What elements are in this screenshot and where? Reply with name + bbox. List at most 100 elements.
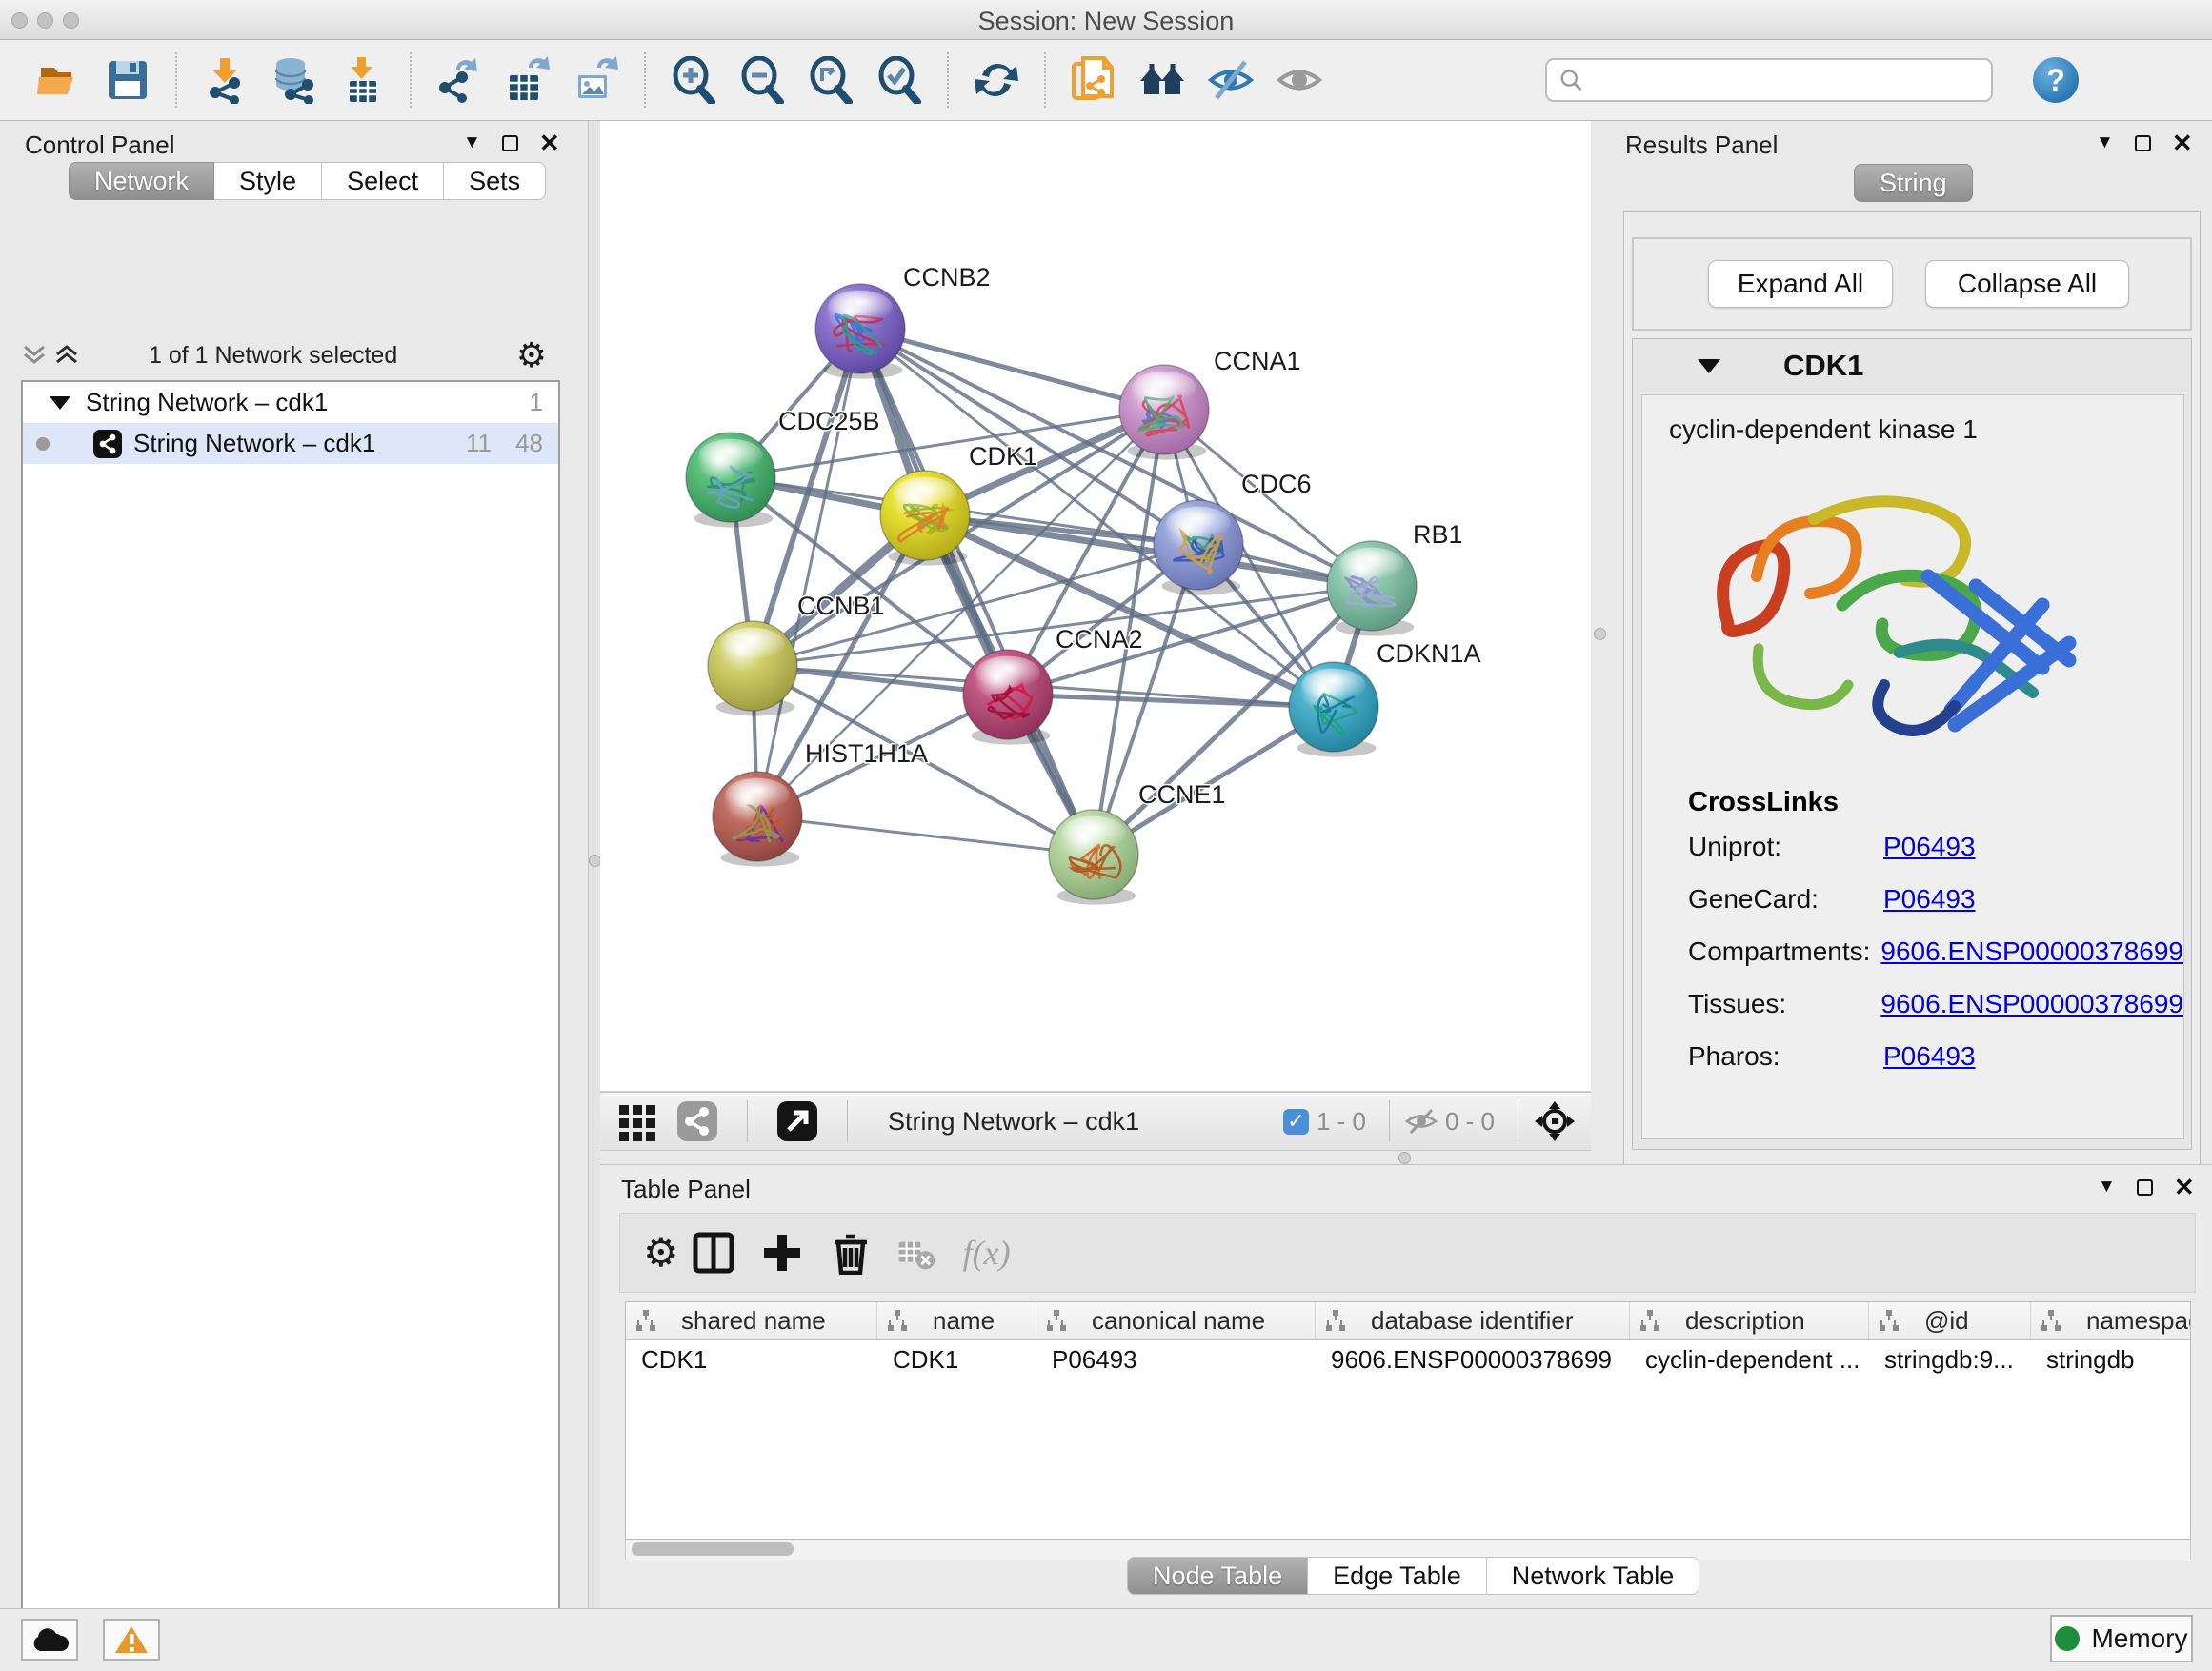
tab-string[interactable]: String	[1854, 164, 1973, 202]
memory-button[interactable]: Memory	[2050, 1615, 2193, 1662]
export-image-icon[interactable]	[573, 56, 620, 104]
table-options-gear-icon[interactable]: ⚙	[643, 1236, 679, 1270]
table-row[interactable]: CDK1CDK1P064939606.ENSP00000378699cyclin…	[626, 1340, 2191, 1380]
tab-sets[interactable]: Sets	[444, 162, 546, 200]
cloud-status-button[interactable]	[21, 1619, 78, 1661]
detach-view-icon[interactable]	[775, 1099, 819, 1143]
crosslink-link[interactable]: 9606.ENSP00000378699	[1880, 936, 2183, 967]
collection-expand-icon[interactable]	[50, 396, 70, 410]
column-header-namespace[interactable]: namespace	[2031, 1302, 2191, 1339]
string-import-icon[interactable]	[1070, 56, 1117, 104]
export-network-icon[interactable]	[435, 56, 483, 104]
splitter-handle[interactable]	[1398, 1152, 1411, 1164]
node-RB1[interactable]: RB1	[1327, 520, 1463, 636]
tab-style[interactable]: Style	[214, 162, 322, 200]
node-HIST1H1A[interactable]: HIST1H1A	[713, 739, 928, 867]
node-CCNA1[interactable]: CCNA1	[1119, 347, 1301, 460]
panel-float-icon[interactable]	[502, 135, 518, 151]
tab-network-table[interactable]: Network Table	[1487, 1557, 1700, 1595]
panel-float-icon[interactable]	[2135, 135, 2151, 151]
string-home-icon[interactable]	[1138, 56, 1186, 104]
zoom-out-icon[interactable]	[738, 56, 786, 104]
tab-node-table[interactable]: Node Table	[1127, 1557, 1308, 1595]
show-glasspane-icon[interactable]	[1276, 56, 1323, 104]
search-box[interactable]	[1545, 58, 1993, 102]
column-header-database-identifier[interactable]: database identifier	[1316, 1302, 1630, 1339]
birds-eye-view-icon[interactable]	[617, 1099, 661, 1143]
delete-table-icon[interactable]	[897, 1234, 935, 1272]
refresh-icon[interactable]	[973, 56, 1020, 104]
table-cell[interactable]: cyclin-dependent ...	[1630, 1340, 1869, 1380]
table-cell[interactable]: CDK1	[626, 1340, 877, 1380]
column-header-name[interactable]: name	[877, 1302, 1036, 1339]
show-columns-icon[interactable]	[692, 1231, 735, 1275]
tab-network[interactable]: Network	[69, 162, 214, 200]
table-cell[interactable]: CDK1	[877, 1340, 1036, 1380]
panel-float-icon[interactable]	[2137, 1179, 2153, 1196]
network-graph[interactable]: CCNB2CCNA1CDC25BCDK1CDC6RB1CCNB1CCNA2CDK…	[600, 121, 1591, 1092]
column-header--id[interactable]: @id	[1869, 1302, 2031, 1339]
table-cell[interactable]: stringdb	[2031, 1340, 2191, 1380]
tab-edge-table[interactable]: Edge Table	[1308, 1557, 1487, 1595]
node-CDC25B[interactable]: CDC25B	[686, 407, 880, 528]
horizontal-splitter[interactable]	[600, 1151, 1591, 1164]
panel-close-icon[interactable]: ✕	[539, 135, 560, 151]
network-collection-row[interactable]: String Network – cdk1 1	[23, 382, 558, 423]
column-header-shared-name[interactable]: shared name	[626, 1302, 877, 1339]
delete-column-icon[interactable]	[829, 1231, 873, 1275]
selected-checkbox-icon[interactable]: ✓	[1283, 1109, 1309, 1135]
import-database-icon[interactable]	[270, 56, 317, 104]
function-builder-icon[interactable]: f(x)	[963, 1233, 1011, 1273]
node-table[interactable]: shared namenamecanonical namedatabase id…	[625, 1301, 2191, 1540]
panel-collapse-icon[interactable]: ▼	[463, 132, 481, 153]
panel-collapse-icon[interactable]: ▼	[2098, 1177, 2116, 1198]
help-button[interactable]: ?	[2033, 57, 2079, 103]
node-CCNB1[interactable]: CCNB1	[708, 592, 885, 716]
node-CCNE1[interactable]: CCNE1	[1049, 780, 1226, 905]
column-header-description[interactable]: description	[1630, 1302, 1869, 1339]
splitter-handle[interactable]	[1594, 628, 1606, 640]
import-table-icon[interactable]	[338, 56, 386, 104]
zoom-fit-icon[interactable]	[807, 56, 855, 104]
table-cell[interactable]: stringdb:9...	[1869, 1340, 2031, 1380]
section-collapse-icon[interactable]	[1698, 359, 1720, 373]
network-view-canvas[interactable]: CCNB2CCNA1CDC25BCDK1CDC6RB1CCNB1CCNA2CDK…	[600, 121, 1591, 1092]
edge-HIST1H1A-CCNE1[interactable]	[757, 816, 1094, 855]
hide-glasspane-icon[interactable]	[1207, 56, 1255, 104]
crosslink-link[interactable]: 9606.ENSP00000378699	[1880, 989, 2183, 1019]
crosslink-link[interactable]: P06493	[1883, 832, 1976, 862]
open-file-icon[interactable]	[35, 56, 83, 104]
import-network-icon[interactable]	[201, 56, 249, 104]
right-splitter[interactable]	[1591, 121, 1610, 1164]
scrollbar-thumb[interactable]	[632, 1542, 794, 1556]
zoom-in-icon[interactable]	[670, 56, 717, 104]
edge-CCNB2-CCNE1[interactable]	[860, 329, 1094, 855]
network-options-gear-icon[interactable]: ⚙	[516, 338, 547, 372]
table-cell[interactable]: 9606.ENSP00000378699	[1316, 1340, 1630, 1380]
network-overview-icon[interactable]	[675, 1099, 719, 1143]
edge-CCNB2-CCNA1[interactable]	[860, 329, 1164, 410]
panel-close-icon[interactable]: ✕	[2174, 1179, 2195, 1196]
panel-close-icon[interactable]: ✕	[2172, 135, 2193, 151]
expand-all-button[interactable]: Expand All	[1708, 260, 1893, 308]
warning-status-button[interactable]	[103, 1619, 160, 1661]
export-table-icon[interactable]	[504, 56, 552, 104]
search-input[interactable]	[1583, 65, 1980, 96]
column-header-canonical-name[interactable]: canonical name	[1036, 1302, 1316, 1339]
save-session-icon[interactable]	[104, 56, 151, 104]
left-splitter[interactable]	[589, 121, 600, 1608]
panel-collapse-icon[interactable]: ▼	[2096, 132, 2114, 153]
main-toolbar: ?	[0, 40, 2212, 121]
add-column-icon[interactable]	[760, 1231, 804, 1275]
table-cell[interactable]: P06493	[1036, 1340, 1316, 1380]
collapse-expand-all-icon[interactable]	[21, 343, 80, 368]
node-section-header[interactable]: CDK1	[1633, 339, 2191, 393]
tab-select[interactable]: Select	[322, 162, 444, 200]
node-CDKN1A[interactable]: CDKN1A	[1289, 639, 1481, 757]
crosslink-link[interactable]: P06493	[1883, 884, 1976, 915]
zoom-selected-icon[interactable]	[875, 56, 923, 104]
pan-tool-icon[interactable]	[1534, 1100, 1576, 1142]
collapse-all-button[interactable]: Collapse All	[1925, 260, 2129, 308]
network-row[interactable]: String Network – cdk1 11 48	[23, 423, 558, 464]
crosslink-link[interactable]: P06493	[1883, 1041, 1976, 1072]
